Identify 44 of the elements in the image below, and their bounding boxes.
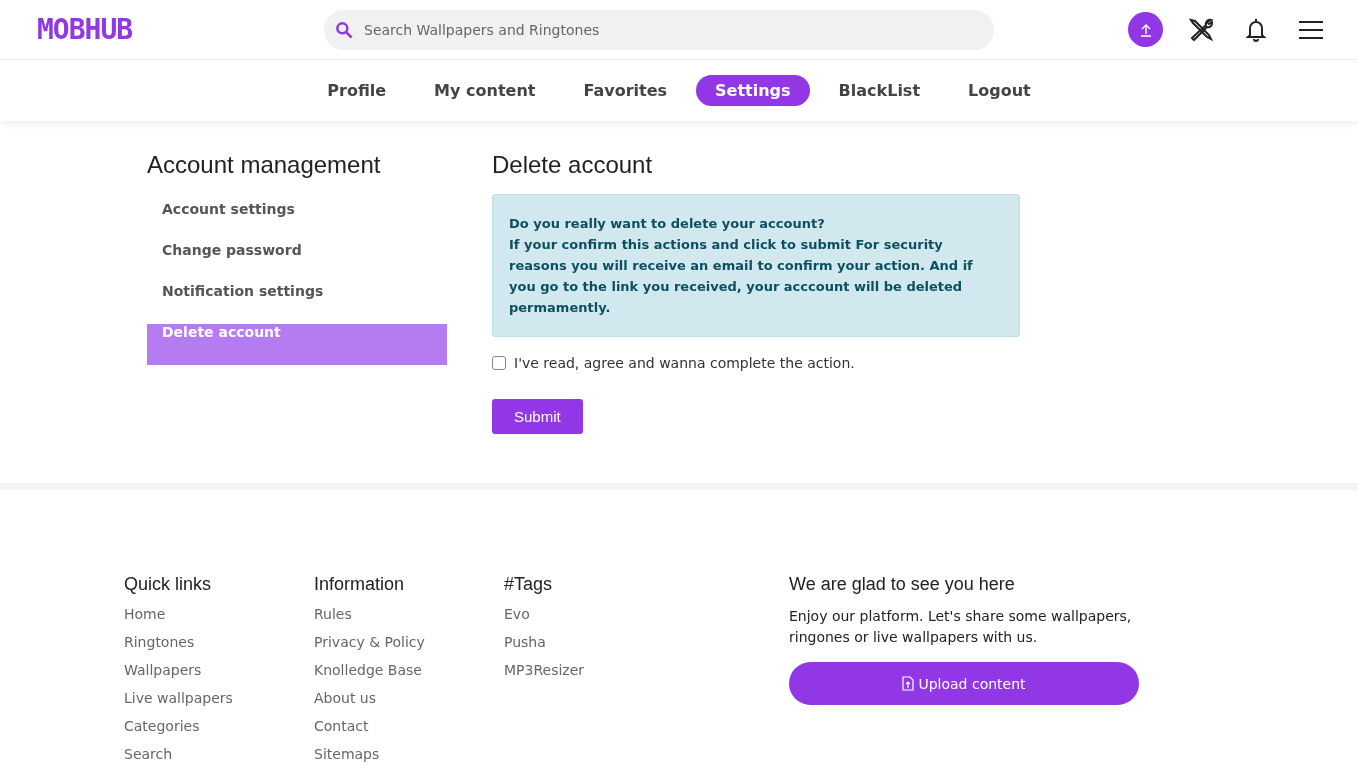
search-field[interactable]: Search Wallpapers and Ringtones bbox=[324, 9, 994, 50]
footer-link[interactable]: Rules bbox=[314, 600, 504, 628]
footer-heading: #Tags bbox=[504, 574, 554, 596]
upload-content-button[interactable]: Upload content bbox=[789, 662, 1139, 705]
footer-link[interactable]: Ringtones bbox=[124, 628, 314, 656]
footer-link[interactable]: Home bbox=[124, 600, 314, 628]
submit-button[interactable]: Submit bbox=[492, 399, 583, 434]
file-upload-icon bbox=[902, 676, 915, 691]
alert-text: If your confirm this actions and click to submit For security reasons you will receive an email to confirm your action. And if you go to the link you received, your acccount will be deleted permamently. bbox=[509, 236, 974, 317]
search-icon bbox=[334, 19, 354, 40]
nav-tab[interactable]: Profile bbox=[308, 75, 406, 106]
sidebar-title: Account management bbox=[147, 151, 382, 179]
logo[interactable]: MOBHUB bbox=[37, 13, 324, 46]
footer-link[interactable]: About us bbox=[314, 684, 504, 712]
footer-heading: Information bbox=[314, 574, 406, 596]
footer-link[interactable]: Evo bbox=[504, 600, 789, 628]
footer-link[interactable]: Privacy & Policy bbox=[314, 628, 504, 656]
welcome-text: Enjoy our platform. Let's share some wallpapers, ringones or live wallpapers with us. bbox=[789, 607, 1133, 647]
footer-link[interactable]: Pusha bbox=[504, 628, 789, 656]
agree-label: I've read, agree and wanna complete the action. bbox=[514, 355, 855, 371]
footer-link[interactable]: Categories bbox=[124, 712, 314, 740]
upload-button[interactable] bbox=[1128, 12, 1163, 47]
footer-heading: We are glad to see you here bbox=[789, 574, 1016, 596]
nav-tab[interactable]: My content bbox=[415, 75, 555, 106]
nav-tab[interactable]: BlackList bbox=[819, 75, 940, 106]
footer-link[interactable]: Knolledge Base bbox=[314, 656, 504, 684]
sidebar-item[interactable]: Change password bbox=[147, 242, 447, 283]
footer-link[interactable]: Sitemaps bbox=[314, 740, 504, 768]
footer-link[interactable]: Live wallpapers bbox=[124, 684, 314, 712]
footer-link[interactable]: MP3Resizer bbox=[504, 656, 789, 684]
nav-tab[interactable]: Favorites bbox=[564, 75, 687, 106]
page-title: Delete account bbox=[492, 151, 654, 179]
menu-icon bbox=[1298, 20, 1323, 39]
alert-title: Do you really want to delete your account? bbox=[509, 215, 826, 233]
nav-tab[interactable]: Settings bbox=[696, 75, 810, 106]
bell-icon bbox=[1243, 16, 1268, 43]
nav-tab[interactable]: Logout bbox=[949, 75, 1050, 106]
sidebar-item[interactable]: Account settings bbox=[147, 201, 447, 242]
footer-link[interactable]: Wallpapers bbox=[124, 656, 314, 684]
footer-heading: Quick links bbox=[124, 574, 213, 596]
sidebar-item[interactable]: Notification settings bbox=[147, 283, 447, 324]
agree-checkbox[interactable] bbox=[492, 356, 506, 370]
footer-link[interactable]: Search bbox=[124, 740, 314, 768]
footer-link[interactable]: Contact bbox=[314, 712, 504, 740]
